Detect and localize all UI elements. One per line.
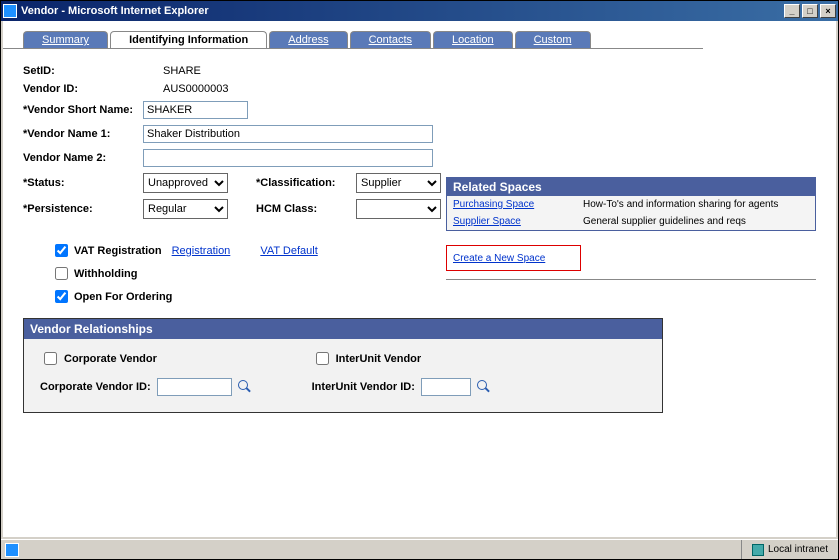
label-setid: SetID: (23, 65, 143, 77)
tab-address[interactable]: Address (269, 31, 347, 48)
label-interunit-vendor-id: InterUnit Vendor ID: (312, 381, 415, 393)
value-vendor-id: AUS0000003 (163, 83, 228, 95)
select-persistence[interactable]: Regular (143, 199, 228, 219)
checkbox-vat-registration[interactable] (55, 244, 68, 257)
link-supplier-space[interactable]: Supplier Space (453, 216, 521, 227)
input-interunit-vendor-id[interactable] (421, 378, 471, 396)
tab-location[interactable]: Location (433, 31, 513, 48)
checkbox-withholding[interactable] (55, 267, 68, 280)
tab-summary[interactable]: Summary (23, 31, 108, 48)
input-vendor-name-2[interactable] (143, 149, 433, 167)
ie-icon (5, 543, 19, 557)
checkbox-open-for-ordering[interactable] (55, 290, 68, 303)
input-vendor-short-name[interactable] (143, 101, 248, 119)
input-corporate-vendor-id[interactable] (157, 378, 232, 396)
checkbox-corporate-vendor[interactable] (44, 352, 57, 365)
create-new-space-box: Create a New Space (446, 245, 581, 271)
link-purchasing-space[interactable]: Purchasing Space (453, 199, 534, 210)
window-title: Vendor - Microsoft Internet Explorer (21, 5, 782, 17)
lookup-icon[interactable] (238, 380, 252, 394)
close-button[interactable]: × (820, 4, 836, 18)
statusbar: Local intranet (1, 539, 838, 559)
related-spaces-header: Related Spaces (447, 178, 815, 196)
window-controls: _ □ × (782, 4, 836, 18)
tab-custom[interactable]: Custom (515, 31, 591, 48)
label-vendor-id: Vendor ID: (23, 83, 143, 95)
intranet-icon (752, 544, 764, 556)
tabs: Summary Identifying Information Address … (3, 21, 703, 49)
label-persistence: *Persistence: (23, 203, 143, 215)
security-zone: Local intranet (741, 540, 838, 559)
label-hcm-class: HCM Class: (256, 203, 356, 215)
related-row: Purchasing Space How-To's and informatio… (447, 196, 815, 213)
vendor-relationships-panel: Vendor Relationships Corporate Vendor Co… (23, 318, 663, 413)
related-desc: How-To's and information sharing for age… (583, 199, 778, 210)
vendor-relationships-header: Vendor Relationships (24, 319, 662, 339)
label-withholding: Withholding (74, 268, 137, 280)
label-vat-registration: VAT Registration (74, 245, 162, 257)
label-classification: *Classification: (256, 177, 356, 189)
select-hcm-class[interactable] (356, 199, 441, 219)
label-vendor-short-name: *Vendor Short Name: (23, 104, 143, 116)
minimize-button[interactable]: _ (784, 4, 800, 18)
link-registration[interactable]: Registration (172, 245, 231, 257)
related-desc: General supplier guidelines and reqs (583, 216, 746, 227)
select-classification[interactable]: Supplier (356, 173, 441, 193)
related-spaces: Related Spaces Purchasing Space How-To's… (446, 177, 816, 271)
ie-icon (3, 4, 17, 18)
label-interunit-vendor: InterUnit Vendor (336, 353, 422, 365)
security-zone-label: Local intranet (768, 544, 828, 555)
label-corporate-vendor-id: Corporate Vendor ID: (40, 381, 151, 393)
checkbox-interunit-vendor[interactable] (316, 352, 329, 365)
maximize-button[interactable]: □ (802, 4, 818, 18)
link-create-new-space[interactable]: Create a New Space (453, 253, 545, 264)
divider (446, 279, 816, 280)
window-titlebar: Vendor - Microsoft Internet Explorer _ □… (1, 1, 838, 21)
label-vendor-name-2: Vendor Name 2: (23, 152, 143, 164)
label-vendor-name-1: *Vendor Name 1: (23, 128, 143, 140)
select-status[interactable]: Unapproved (143, 173, 228, 193)
input-vendor-name-1[interactable] (143, 125, 433, 143)
value-setid: SHARE (163, 65, 201, 77)
tab-contacts[interactable]: Contacts (350, 31, 431, 48)
lookup-icon[interactable] (477, 380, 491, 394)
label-status: *Status: (23, 177, 143, 189)
tab-identifying-information[interactable]: Identifying Information (110, 31, 267, 48)
related-row: Supplier Space General supplier guidelin… (447, 213, 815, 230)
link-vat-default[interactable]: VAT Default (260, 245, 317, 257)
label-corporate-vendor: Corporate Vendor (64, 353, 157, 365)
label-open-for-ordering: Open For Ordering (74, 291, 172, 303)
content-frame: Summary Identifying Information Address … (1, 21, 838, 539)
